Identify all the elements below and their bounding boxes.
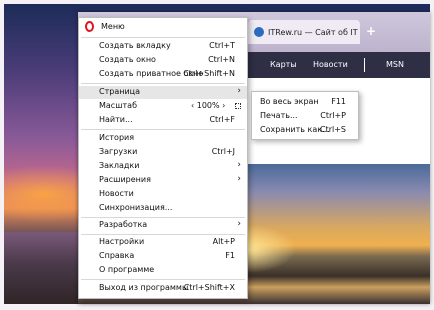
menu-item-label: Страница bbox=[99, 87, 141, 96]
submenu-item-label: Печать... bbox=[260, 111, 298, 120]
menu-item-news[interactable]: Новости bbox=[79, 188, 247, 201]
submenu-item-fullscreen[interactable]: Во весь экран F11 bbox=[252, 96, 358, 109]
menu-item-shortcut: Ctrl+T bbox=[209, 41, 235, 50]
menu-item-shortcut: Ctrl+Shift+N bbox=[183, 69, 235, 78]
menu-item-shortcut: Alt+P bbox=[212, 237, 235, 246]
chevron-right-icon: › bbox=[237, 219, 241, 229]
nav-link-news[interactable]: Новости bbox=[313, 52, 348, 78]
tab-title: ITRew.ru — Сайт об IT для bbox=[268, 27, 360, 37]
menu-divider bbox=[81, 37, 245, 38]
menu-item-downloads[interactable]: Загрузки Ctrl+J bbox=[79, 146, 247, 159]
menu-item-label: Настройки bbox=[99, 237, 145, 246]
opera-logo-icon bbox=[85, 21, 94, 32]
page-submenu: Во весь экран F11 Печать... Ctrl+P Сохра… bbox=[251, 91, 359, 140]
menu-item-label: Создать вкладку bbox=[99, 41, 171, 50]
menu-title: Меню bbox=[101, 22, 125, 31]
menu-item-label: Расширения bbox=[99, 175, 151, 184]
opera-main-menu: Меню Создать вкладку Ctrl+T Создать окно… bbox=[78, 17, 248, 299]
chevron-right-icon: › bbox=[237, 160, 241, 170]
menu-item-zoom[interactable]: Масштаб ‹ 100% › bbox=[79, 100, 247, 113]
menu-item-history[interactable]: История bbox=[79, 132, 247, 145]
menu-divider bbox=[81, 279, 245, 280]
menu-item-developer[interactable]: Разработка › bbox=[79, 219, 247, 232]
menu-item-about[interactable]: О программе bbox=[79, 264, 247, 277]
nav-link-msn[interactable]: MSN bbox=[386, 52, 404, 78]
menu-item-label: Разработка bbox=[99, 220, 148, 229]
menu-item-new-private-window[interactable]: Создать приватное окно Ctrl+Shift+N bbox=[79, 68, 247, 81]
nav-divider bbox=[364, 58, 365, 72]
nav-link-maps[interactable]: Карты bbox=[270, 52, 297, 78]
menu-item-label: Новости bbox=[99, 189, 134, 198]
fullscreen-icon[interactable] bbox=[235, 103, 241, 109]
menu-item-label: Синхронизация... bbox=[99, 203, 173, 212]
menu-item-label: Загрузки bbox=[99, 147, 138, 156]
submenu-item-save-as[interactable]: Сохранить как... Ctrl+S bbox=[252, 124, 358, 137]
menu-item-label: О программе bbox=[99, 265, 155, 274]
tab-itrew[interactable]: ITRew.ru — Сайт об IT для bbox=[248, 20, 360, 44]
menu-item-label: Закладки bbox=[99, 161, 140, 170]
menu-item-label: Справка bbox=[99, 251, 135, 260]
menu-item-shortcut: F1 bbox=[225, 251, 235, 260]
favicon-icon bbox=[254, 27, 264, 37]
menu-item-find[interactable]: Найти... Ctrl+F bbox=[79, 114, 247, 127]
menu-divider bbox=[81, 83, 245, 84]
menu-item-extensions[interactable]: Расширения › bbox=[79, 174, 247, 187]
menu-item-label: Создать окно bbox=[99, 55, 156, 64]
menu-item-shortcut: Ctrl+J bbox=[211, 147, 235, 156]
chevron-right-icon: › bbox=[237, 86, 241, 96]
menu-item-help[interactable]: Справка F1 bbox=[79, 250, 247, 263]
menu-item-sync[interactable]: Синхронизация... bbox=[79, 202, 247, 215]
menu-divider bbox=[81, 129, 245, 130]
submenu-item-label: Во весь экран bbox=[260, 97, 319, 106]
menu-header[interactable]: Меню bbox=[79, 18, 247, 36]
menu-item-shortcut: Ctrl+N bbox=[208, 55, 235, 64]
new-tab-button[interactable]: + bbox=[364, 24, 378, 38]
menu-item-shortcut: Ctrl+F bbox=[209, 115, 235, 124]
menu-item-label: Масштаб bbox=[99, 101, 138, 110]
menu-divider bbox=[81, 217, 245, 218]
chevron-right-icon: › bbox=[237, 174, 241, 184]
menu-item-settings[interactable]: Настройки Alt+P bbox=[79, 236, 247, 249]
submenu-item-shortcut: Ctrl+S bbox=[319, 125, 346, 134]
menu-item-label: Найти... bbox=[99, 115, 133, 124]
submenu-item-shortcut: F11 bbox=[331, 97, 346, 106]
menu-item-label: Выход из программы bbox=[99, 283, 189, 292]
wallpaper-water bbox=[4, 232, 84, 304]
menu-item-shortcut: Ctrl+Shift+X bbox=[183, 283, 235, 292]
zoom-control[interactable]: ‹ 100% › bbox=[191, 101, 225, 110]
menu-divider bbox=[81, 234, 245, 235]
submenu-item-print[interactable]: Печать... Ctrl+P bbox=[252, 110, 358, 123]
menu-item-label: История bbox=[99, 133, 135, 142]
submenu-item-shortcut: Ctrl+P bbox=[320, 111, 346, 120]
menu-item-page[interactable]: Страница › bbox=[79, 86, 247, 99]
menu-item-new-tab[interactable]: Создать вкладку Ctrl+T bbox=[79, 40, 247, 53]
menu-item-exit[interactable]: Выход из программы Ctrl+Shift+X bbox=[79, 282, 247, 295]
menu-item-bookmarks[interactable]: Закладки › bbox=[79, 160, 247, 173]
menu-item-new-window[interactable]: Создать окно Ctrl+N bbox=[79, 54, 247, 67]
